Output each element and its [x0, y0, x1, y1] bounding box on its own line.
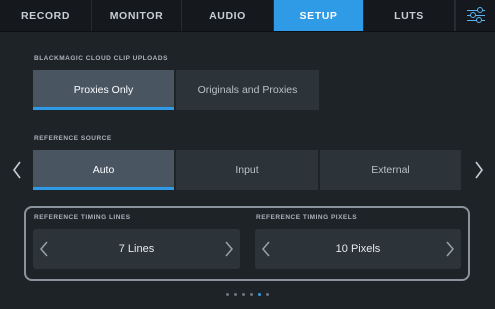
page-dot[interactable] [234, 293, 237, 296]
page-indicator [0, 293, 495, 296]
chevron-left-icon [13, 161, 21, 179]
timing-lines-increment-button[interactable] [218, 229, 240, 269]
timing-pixels-decrement-button[interactable] [255, 229, 277, 269]
chevron-left-icon [262, 241, 270, 257]
timing-pixels-increment-button[interactable] [439, 229, 461, 269]
chevron-left-icon [40, 241, 48, 257]
page-dot[interactable] [242, 293, 245, 296]
cloud-uploads-selector: Proxies Only Originals and Proxies [33, 70, 319, 110]
cloud-uploads-label: BLACKMAGIC CLOUD CLIP UPLOADS [34, 55, 168, 62]
tab-monitor[interactable]: MONITOR [92, 0, 182, 31]
timing-lines-decrement-button[interactable] [33, 229, 55, 269]
chevron-right-icon [225, 241, 233, 257]
settings-sliders-icon [466, 7, 485, 24]
timing-pixels-value: 10 Pixels [335, 243, 381, 255]
reference-source-selector: Auto Input External [33, 150, 461, 190]
page-dot[interactable] [226, 293, 229, 296]
timing-lines-label: REFERENCE TIMING LINES [34, 214, 131, 221]
proxies-only-option[interactable]: Proxies Only [33, 70, 174, 110]
page-dot[interactable] [250, 293, 253, 296]
top-tab-bar: RECORD MONITOR AUDIO SETUP LUTS [0, 0, 495, 32]
menu-button[interactable] [455, 0, 495, 31]
timing-pixels-label: REFERENCE TIMING PIXELS [256, 214, 358, 221]
timing-lines-stepper: 7 Lines [33, 229, 240, 269]
previous-page-button[interactable] [10, 158, 24, 182]
page-dot[interactable] [266, 293, 269, 296]
originals-and-proxies-option[interactable]: Originals and Proxies [176, 70, 319, 110]
page-dot-current[interactable] [258, 293, 261, 296]
reference-external-option[interactable]: External [320, 150, 461, 190]
next-page-button[interactable] [472, 158, 486, 182]
tab-luts[interactable]: LUTS [364, 0, 455, 31]
tab-setup[interactable]: SETUP [274, 0, 364, 31]
tab-record[interactable]: RECORD [0, 0, 92, 31]
timing-pixels-stepper: 10 Pixels [255, 229, 461, 269]
chevron-right-icon [446, 241, 454, 257]
reference-source-label: REFERENCE SOURCE [34, 135, 112, 142]
reference-auto-option[interactable]: Auto [33, 150, 174, 190]
reference-input-option[interactable]: Input [176, 150, 318, 190]
timing-lines-value: 7 Lines [118, 243, 155, 255]
chevron-right-icon [475, 161, 483, 179]
tab-audio[interactable]: AUDIO [182, 0, 274, 31]
